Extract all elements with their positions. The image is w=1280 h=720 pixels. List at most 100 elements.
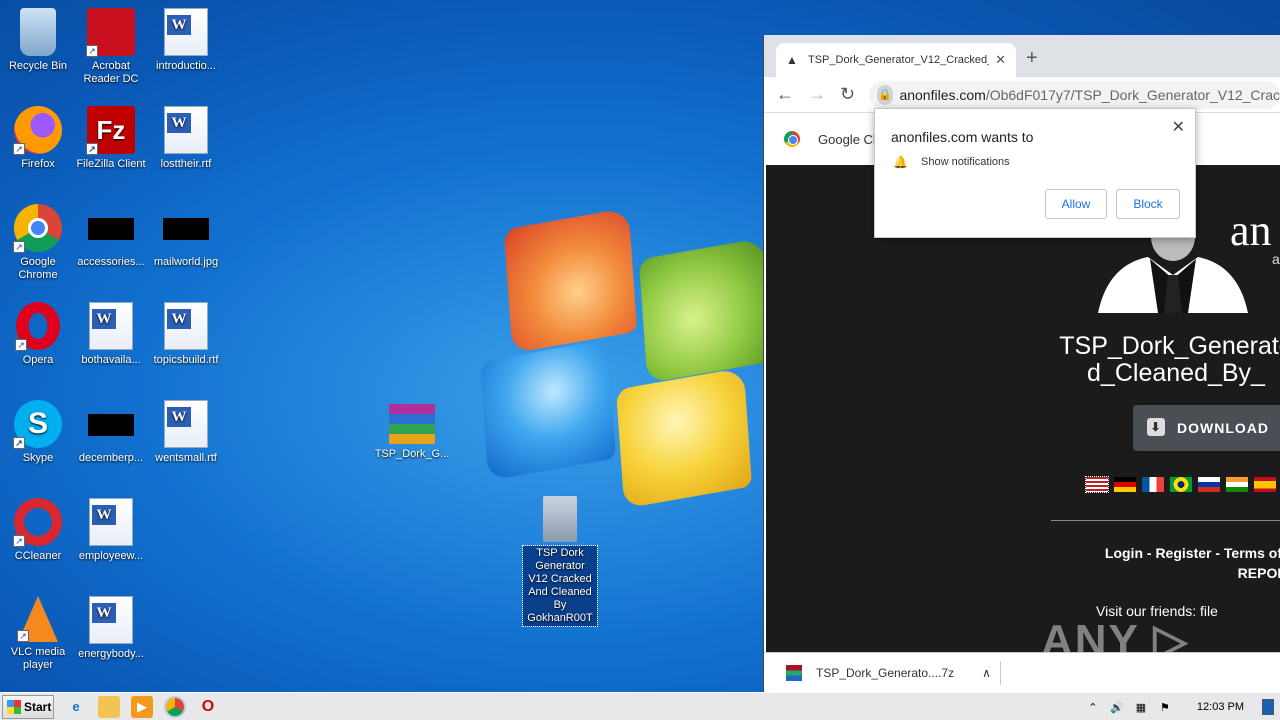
acrobat-icon: ↗ <box>86 8 135 57</box>
desktop-icon-label: VLC media player <box>10 646 66 671</box>
file-explorer-icon[interactable] <box>98 695 120 718</box>
flag-blue <box>479 339 617 481</box>
image-thumb-icon <box>88 218 134 240</box>
flag-yellow <box>615 367 753 509</box>
desktop-icon-chrome[interactable]: ↗ Google Chrome <box>0 204 76 282</box>
winrar-archive-icon <box>389 404 435 444</box>
image-thumb-icon <box>88 414 134 436</box>
divider <box>1000 661 1001 685</box>
bookmark-google-chrome[interactable]: Google Ch <box>818 132 880 147</box>
desktop-icon-ccleaner[interactable]: ↗ CCleaner <box>0 498 76 563</box>
word-doc-icon <box>164 400 208 448</box>
desktop-icon-doc[interactable]: topicsbuild.rtf <box>148 302 224 367</box>
download-button-label: DOWNLOAD <box>1177 420 1269 436</box>
desktop-icon-skype[interactable]: S ↗ Skype <box>0 400 76 465</box>
desktop-icon-vlc[interactable]: ↗ VLC media player <box>0 596 76 672</box>
language-flags <box>1085 476 1276 493</box>
word-doc-icon <box>89 498 133 546</box>
desktop-icon-label: Acrobat Reader DC <box>83 60 139 85</box>
desktop-icon-doc[interactable]: employeew... <box>73 498 149 563</box>
desktop-icon-doc[interactable]: losttheir.rtf <box>148 106 224 171</box>
folder-icon <box>543 496 577 542</box>
download-icon: ⬇ <box>1147 418 1165 436</box>
flag-us-icon[interactable] <box>1085 476 1109 493</box>
tab-active[interactable]: ▲ TSP_Dork_Generator_V12_Cracked_ ✕ <box>776 43 1016 77</box>
word-doc-icon <box>164 302 208 350</box>
back-arrow-icon[interactable]: ← <box>776 84 794 105</box>
google-chrome-bookmark-icon <box>784 131 800 147</box>
close-tab-icon[interactable]: ✕ <box>995 52 1006 68</box>
anonfiles-page: an a TSP_Dork_Generato d_Cleaned_By_ ⬇ D… <box>766 165 1280 652</box>
desktop-icon-label: decemberp... <box>78 452 144 464</box>
download-shelf: TSP_Dork_Generato....7z ∧ <box>764 652 1280 692</box>
archive-file-icon <box>786 664 802 681</box>
flag-in-icon[interactable] <box>1226 477 1248 492</box>
desktop-icon-image[interactable]: accessories... <box>73 204 149 269</box>
desktop-icon-image[interactable]: decemberp... <box>73 400 149 465</box>
action-center-flag-icon[interactable]: ⚑ <box>1157 701 1173 714</box>
desktop-icon-doc[interactable]: energybody... <box>73 596 149 661</box>
tray-expand-icon[interactable]: ⌃ <box>1085 701 1101 714</box>
anonfiles-favicon-icon: ▲ <box>786 53 798 67</box>
footer-links: Login - Register - Terms of U REPORT <box>1056 543 1280 583</box>
tab-strip: ▲ TSP_Dork_Generator_V12_Cracked_ ✕ + <box>764 35 1280 77</box>
filezilla-icon: Fz ↗ <box>86 106 135 155</box>
close-icon[interactable]: ✕ <box>1172 117 1185 137</box>
internet-explorer-icon[interactable]: e <box>65 696 87 718</box>
vlc-icon: ↗ <box>17 596 58 642</box>
download-button[interactable]: ⬇ DOWNLOAD <box>1133 405 1280 451</box>
forward-arrow-icon[interactable]: → <box>808 84 826 105</box>
footer-report-link[interactable]: REPORT <box>1056 563 1280 583</box>
desktop-icon-label: TSP_Dork_G... <box>374 448 450 460</box>
flag-fr-icon[interactable] <box>1142 477 1164 492</box>
chrome-icon: ↗ <box>13 204 62 253</box>
desktop-icon-label: bothavaila... <box>81 354 141 366</box>
desktop-icon-archive[interactable]: TSP_Dork_G... <box>374 400 450 461</box>
desktop-icon-label: accessories... <box>77 256 145 268</box>
desktop-icon-doc[interactable]: bothavaila... <box>73 302 149 367</box>
desktop-icon-doc[interactable]: introductio... <box>148 8 224 73</box>
desktop-icon-recycle-bin[interactable]: Recycle Bin <box>0 8 76 73</box>
word-doc-icon <box>164 8 208 56</box>
block-button[interactable]: Block <box>1116 189 1180 219</box>
word-doc-icon <box>164 106 208 154</box>
desktop-icon-image[interactable]: mailworld.jpg <box>148 204 224 269</box>
desktop-icon-filezilla[interactable]: Fz ↗ FileZilla Client <box>73 106 149 171</box>
volume-icon[interactable]: 🔊 <box>1109 701 1125 714</box>
desktop-icon-label: TSP Dork Generator V12 Cracked And Clean… <box>522 545 598 627</box>
new-tab-button[interactable]: + <box>1026 47 1038 70</box>
recycle-bin-icon <box>20 8 56 56</box>
footer-links-line-1[interactable]: Login - Register - Terms of U <box>1056 543 1280 563</box>
show-desktop-button[interactable] <box>1262 699 1274 715</box>
desktop-icon-doc[interactable]: wentsmall.rtf <box>148 400 224 465</box>
prompt-text: Show notifications <box>921 156 1010 168</box>
flag-br-icon[interactable] <box>1170 477 1192 492</box>
media-player-icon[interactable]: ▶ <box>131 695 153 718</box>
chevron-up-icon[interactable]: ∧ <box>982 666 991 680</box>
desktop-icon-opera[interactable]: ↗ Opera <box>0 302 76 367</box>
anyrun-watermark: ANY ▷ RUN <box>1041 616 1190 652</box>
address-bar[interactable]: 🔒 anonfiles.com /Ob6dF017y7/TSP_Dork_Gen… <box>869 80 1280 109</box>
download-item[interactable]: TSP_Dork_Generato....7z <box>816 666 954 680</box>
desktop-icon-label: topicsbuild.rtf <box>153 354 219 366</box>
firefox-icon: ↗ <box>13 106 62 155</box>
desktop-icon-label: mailworld.jpg <box>153 256 219 268</box>
flag-de-icon[interactable] <box>1114 477 1136 492</box>
desktop-icon-folder-selected[interactable]: TSP Dork Generator V12 Cracked And Clean… <box>522 496 598 627</box>
notification-permission-prompt: anonfiles.com wants to ✕ 🔔 Show notifica… <box>874 108 1196 238</box>
reload-icon[interactable]: ↻ <box>840 84 855 105</box>
desktop-icon-acrobat[interactable]: ↗ Acrobat Reader DC <box>73 8 149 86</box>
flag-ru-icon[interactable] <box>1198 477 1220 492</box>
allow-button[interactable]: Allow <box>1045 189 1107 219</box>
desktop-icon-firefox[interactable]: ↗ Firefox <box>0 106 76 171</box>
clock[interactable]: 12:03 PM <box>1197 701 1244 713</box>
flag-es-icon[interactable] <box>1254 477 1276 492</box>
lock-icon[interactable]: 🔒 <box>877 84 894 105</box>
system-tray: ⌃ 🔊 ▦ ⚑ 12:03 PM <box>1085 693 1280 720</box>
opera-taskbar-icon[interactable]: O <box>197 696 219 718</box>
network-icon[interactable]: ▦ <box>1133 701 1149 714</box>
chrome-taskbar-icon[interactable] <box>164 695 186 718</box>
prompt-title: anonfiles.com wants to <box>891 129 1034 145</box>
start-button[interactable]: Start <box>2 694 54 719</box>
desktop-icon-label: CCleaner <box>14 550 62 562</box>
